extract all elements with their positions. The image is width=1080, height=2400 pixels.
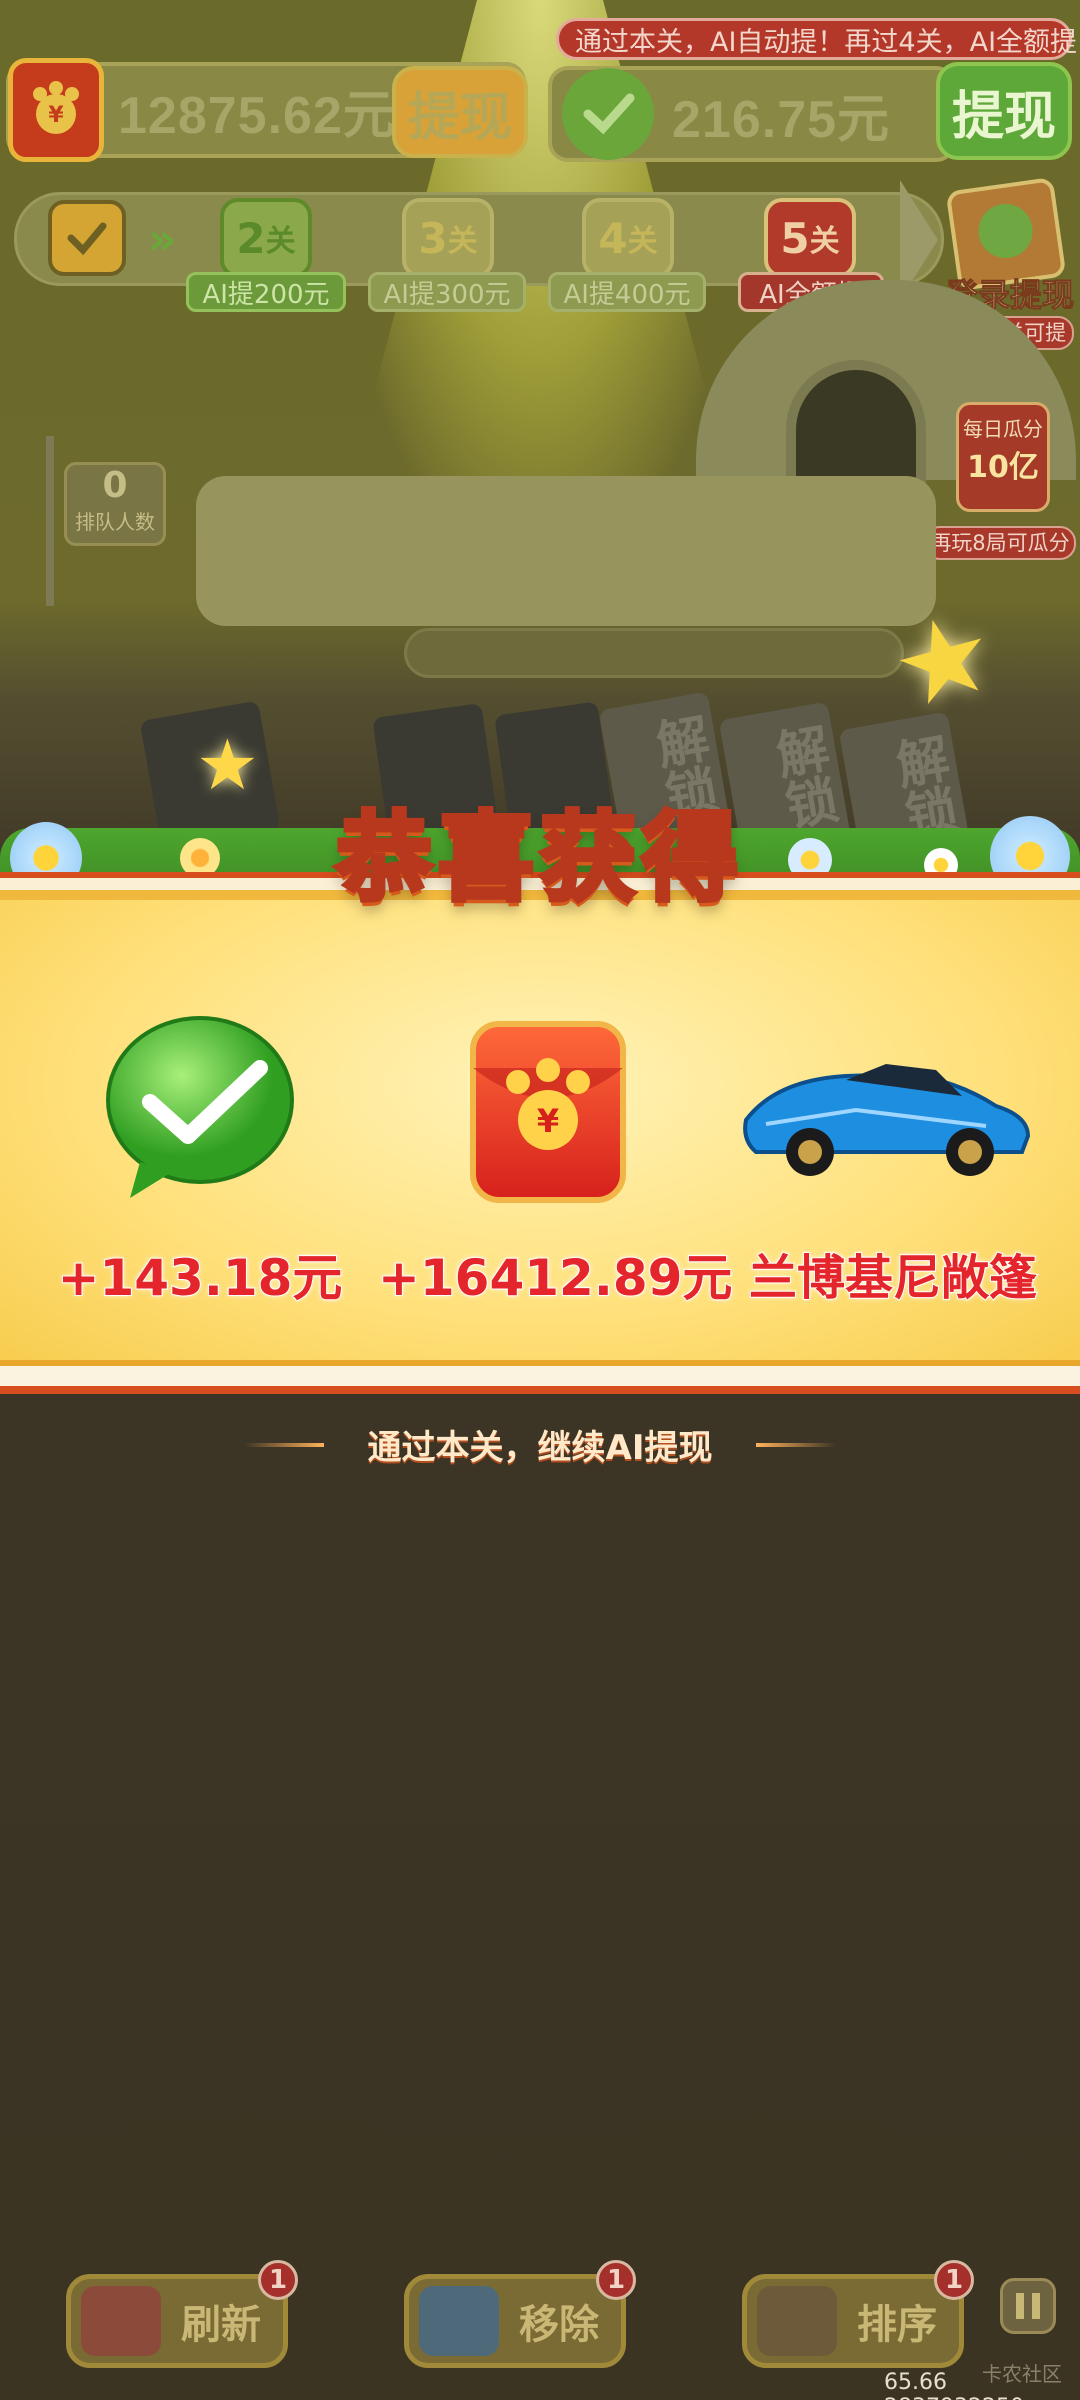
level-5-unit: 关 [809, 224, 840, 259]
svg-text:¥: ¥ [537, 1102, 559, 1140]
continue-subtitle: 通过本关，继续AI提现 [367, 1428, 713, 1468]
pause-bar [1032, 2293, 1040, 2319]
level-3-unit: 关 [447, 224, 478, 259]
redpacket-withdraw-label: 提现 [407, 87, 512, 148]
pause-button[interactable] [1000, 2278, 1056, 2334]
level-banner: 通过本关，AI自动提！再过4关，AI全额提！ [556, 18, 1080, 60]
daily-share-line2: 10亿 [967, 450, 1039, 485]
level-banner-text: 通过本关，AI自动提！再过4关，AI全额提！ [575, 26, 1080, 58]
redpacket-icon: ¥ [470, 1021, 626, 1203]
pause-bar [1016, 2293, 1024, 2319]
reward-wechat [30, 1012, 370, 1206]
star-icon: ★ [879, 585, 1008, 735]
footer-id: 65.66 2837932250 [884, 2370, 1024, 2400]
level-2-tag-text: AI提200元 [202, 279, 330, 310]
fence [404, 628, 904, 678]
level-4-tag: AI提400元 [548, 272, 706, 312]
remove-label: 移除 [519, 2302, 599, 2348]
reward-car [736, 1040, 1036, 1190]
level-5-node: 5关 [764, 198, 856, 278]
wechat-amount: 216.75元 [672, 90, 891, 149]
congrats-title: 恭喜获得 [334, 800, 744, 917]
sort-label: 排序 [857, 2302, 937, 2348]
reward-wechat-label: +143.18元 [57, 1248, 344, 1308]
redpacket-icon: ¥ [8, 58, 104, 162]
daily-share-button[interactable]: 每日瓜分 10亿 [956, 402, 1050, 512]
wechat-check-icon [106, 1016, 294, 1198]
refresh-tool-button[interactable]: 刷新 [66, 2274, 288, 2368]
queue-counter: 0 排队人数 [64, 462, 166, 546]
redpacket-withdraw-button[interactable]: 提现 [392, 66, 528, 158]
svg-text:¥: ¥ [48, 103, 64, 128]
level-4-num: 4 [598, 213, 628, 263]
level-2-num: 2 [236, 213, 266, 263]
refresh-icon [81, 2286, 161, 2356]
level-2-tag: AI提200元 [186, 272, 346, 312]
reward-car-label: 兰博基尼敞篷 [748, 1249, 1038, 1307]
wechat-withdraw-button[interactable]: 提现 [936, 62, 1072, 160]
reward-redpacket-label: +16412.89元 [377, 1248, 733, 1308]
level-3-tag: AI提300元 [368, 272, 526, 312]
daily-share-line1: 每日瓜分 [963, 417, 1043, 441]
refresh-label: 刷新 [181, 2302, 261, 2348]
panel-bottom-edge [0, 1366, 1080, 1394]
daily-share-sub: 再玩8局可瓜分 [924, 526, 1076, 560]
house-door [786, 360, 926, 490]
current-level-check-icon [48, 200, 126, 276]
wechat-balance: 216.75元 [548, 66, 956, 162]
queue-label: 排队人数 [75, 510, 155, 534]
level-3-node: 3关 [402, 198, 494, 278]
redpacket-amount: 12875.62元 [118, 86, 396, 145]
level-4-tag-text: AI提400元 [563, 279, 691, 310]
refresh-badge: 1 [258, 2260, 298, 2300]
sports-car-icon [743, 1064, 1031, 1176]
level-2-unit: 关 [265, 224, 296, 259]
sand-area [196, 476, 936, 626]
queue-sign-pole [46, 436, 54, 606]
remove-badge: 1 [596, 2260, 636, 2300]
wechat-withdraw-label: 提现 [951, 86, 1056, 147]
level-4-node: 4关 [582, 198, 674, 278]
reward-redpacket: ¥ [378, 1018, 718, 1212]
game-screen: 通过本关，AI自动提！再过4关，AI全额提！ ¥ 12875.62元 提现 21… [0, 0, 1080, 2400]
remove-tool-button[interactable]: 移除 [404, 2274, 626, 2368]
sort-tool-button[interactable]: 排序 [742, 2274, 964, 2368]
remove-icon [419, 2286, 499, 2356]
queue-count: 0 [102, 465, 128, 506]
level-5-num: 5 [780, 213, 810, 263]
level-4-unit: 关 [627, 224, 658, 259]
level-2-node: 2关 [220, 198, 312, 278]
level-3-num: 3 [418, 213, 448, 263]
wechat-check-icon [562, 68, 654, 160]
sort-badge: 1 [934, 2260, 974, 2300]
double-chevron-icon: » [148, 214, 177, 265]
level-3-tag-text: AI提300元 [383, 279, 511, 310]
sort-icon [757, 2286, 837, 2356]
